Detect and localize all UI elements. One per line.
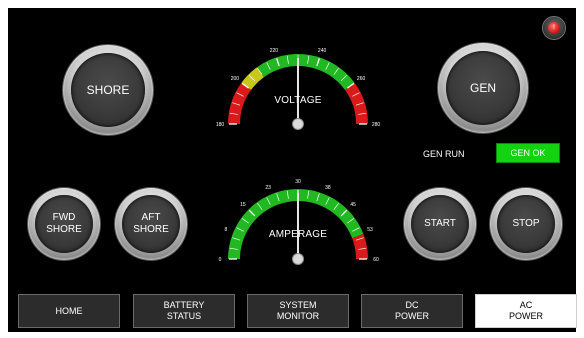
- nav-home-button[interactable]: HOME: [18, 294, 120, 328]
- voltage-gauge-tick-label: 260: [357, 76, 366, 82]
- amperage-gauge-tick-label: 23: [265, 185, 271, 191]
- amperage-gauge-title: AMPERAGE: [268, 229, 328, 240]
- aft-shore-button-label: AFT SHORE: [122, 195, 180, 253]
- gen-button[interactable]: GEN: [438, 43, 528, 133]
- nav-ac-power-button[interactable]: AC POWER: [475, 294, 577, 328]
- nav-dc-power-button[interactable]: DC POWER: [361, 294, 463, 328]
- alarm-indicator[interactable]: !: [543, 17, 565, 39]
- alert-light-icon: !: [548, 22, 560, 34]
- voltage-gauge: 180 200 220 240 260 280 VOLTAGE: [213, 36, 383, 136]
- nav-battery-status-button[interactable]: BATTERY STATUS: [133, 294, 235, 328]
- voltage-gauge-tick-label: 240: [318, 48, 327, 54]
- nav-ac-power-label: AC POWER: [508, 300, 543, 321]
- gen-run-label: GEN RUN: [423, 149, 465, 159]
- start-button[interactable]: START: [404, 188, 476, 260]
- amperage-gauge: 0 8 15 23 30 38 45 53 60 AMPERAGE: [213, 171, 383, 271]
- nav-system-monitor-label: SYSTEM MONITOR: [276, 300, 320, 321]
- voltage-gauge-dial: 180 200 220 240 260 280: [216, 48, 381, 130]
- stop-button[interactable]: STOP: [490, 188, 562, 260]
- amperage-gauge-needle-hub: [292, 253, 304, 265]
- nav-system-monitor-button[interactable]: SYSTEM MONITOR: [247, 294, 349, 328]
- voltage-gauge-needle-hub: [292, 118, 304, 130]
- nav-battery-status-label: BATTERY STATUS: [163, 300, 205, 321]
- start-button-label: START: [411, 195, 469, 253]
- fwd-shore-button[interactable]: FWD SHORE: [28, 188, 100, 260]
- amperage-gauge-tick-label: 38: [325, 185, 331, 191]
- aft-shore-button[interactable]: AFT SHORE: [115, 188, 187, 260]
- amperage-gauge-dial: 0815233038455360: [219, 179, 379, 265]
- nav-dc-power-label: DC POWER: [394, 300, 429, 321]
- voltage-gauge-tick-label: 220: [270, 48, 279, 54]
- voltage-gauge-tick-label: 280: [372, 122, 381, 128]
- amperage-gauge-tick-label: 0: [219, 257, 222, 263]
- gen-ok-badge: GEN OK: [496, 143, 560, 163]
- voltage-gauge-tick-label: 180: [216, 122, 225, 128]
- stop-button-label: STOP: [497, 195, 555, 253]
- gen-button-label: GEN: [446, 51, 520, 125]
- fwd-shore-button-label: FWD SHORE: [35, 195, 93, 253]
- voltage-gauge-tick-label: 200: [231, 76, 240, 82]
- voltage-gauge-title: VOLTAGE: [274, 95, 322, 106]
- amperage-gauge-tick-label: 15: [240, 202, 246, 208]
- amperage-gauge-tick-label: 30: [295, 179, 301, 185]
- voltage-gauge-zone: [256, 53, 355, 90]
- amperage-gauge-tick-label: 60: [373, 257, 379, 263]
- shore-button[interactable]: SHORE: [63, 45, 153, 135]
- amperage-gauge-zone: [228, 188, 364, 259]
- amperage-gauge-tick-label: 45: [350, 202, 356, 208]
- shore-button-label: SHORE: [71, 53, 145, 127]
- control-screen: SHORE GEN FWD SHORE AFT SHORE START STOP…: [8, 8, 577, 332]
- nav-home-label: HOME: [55, 305, 83, 316]
